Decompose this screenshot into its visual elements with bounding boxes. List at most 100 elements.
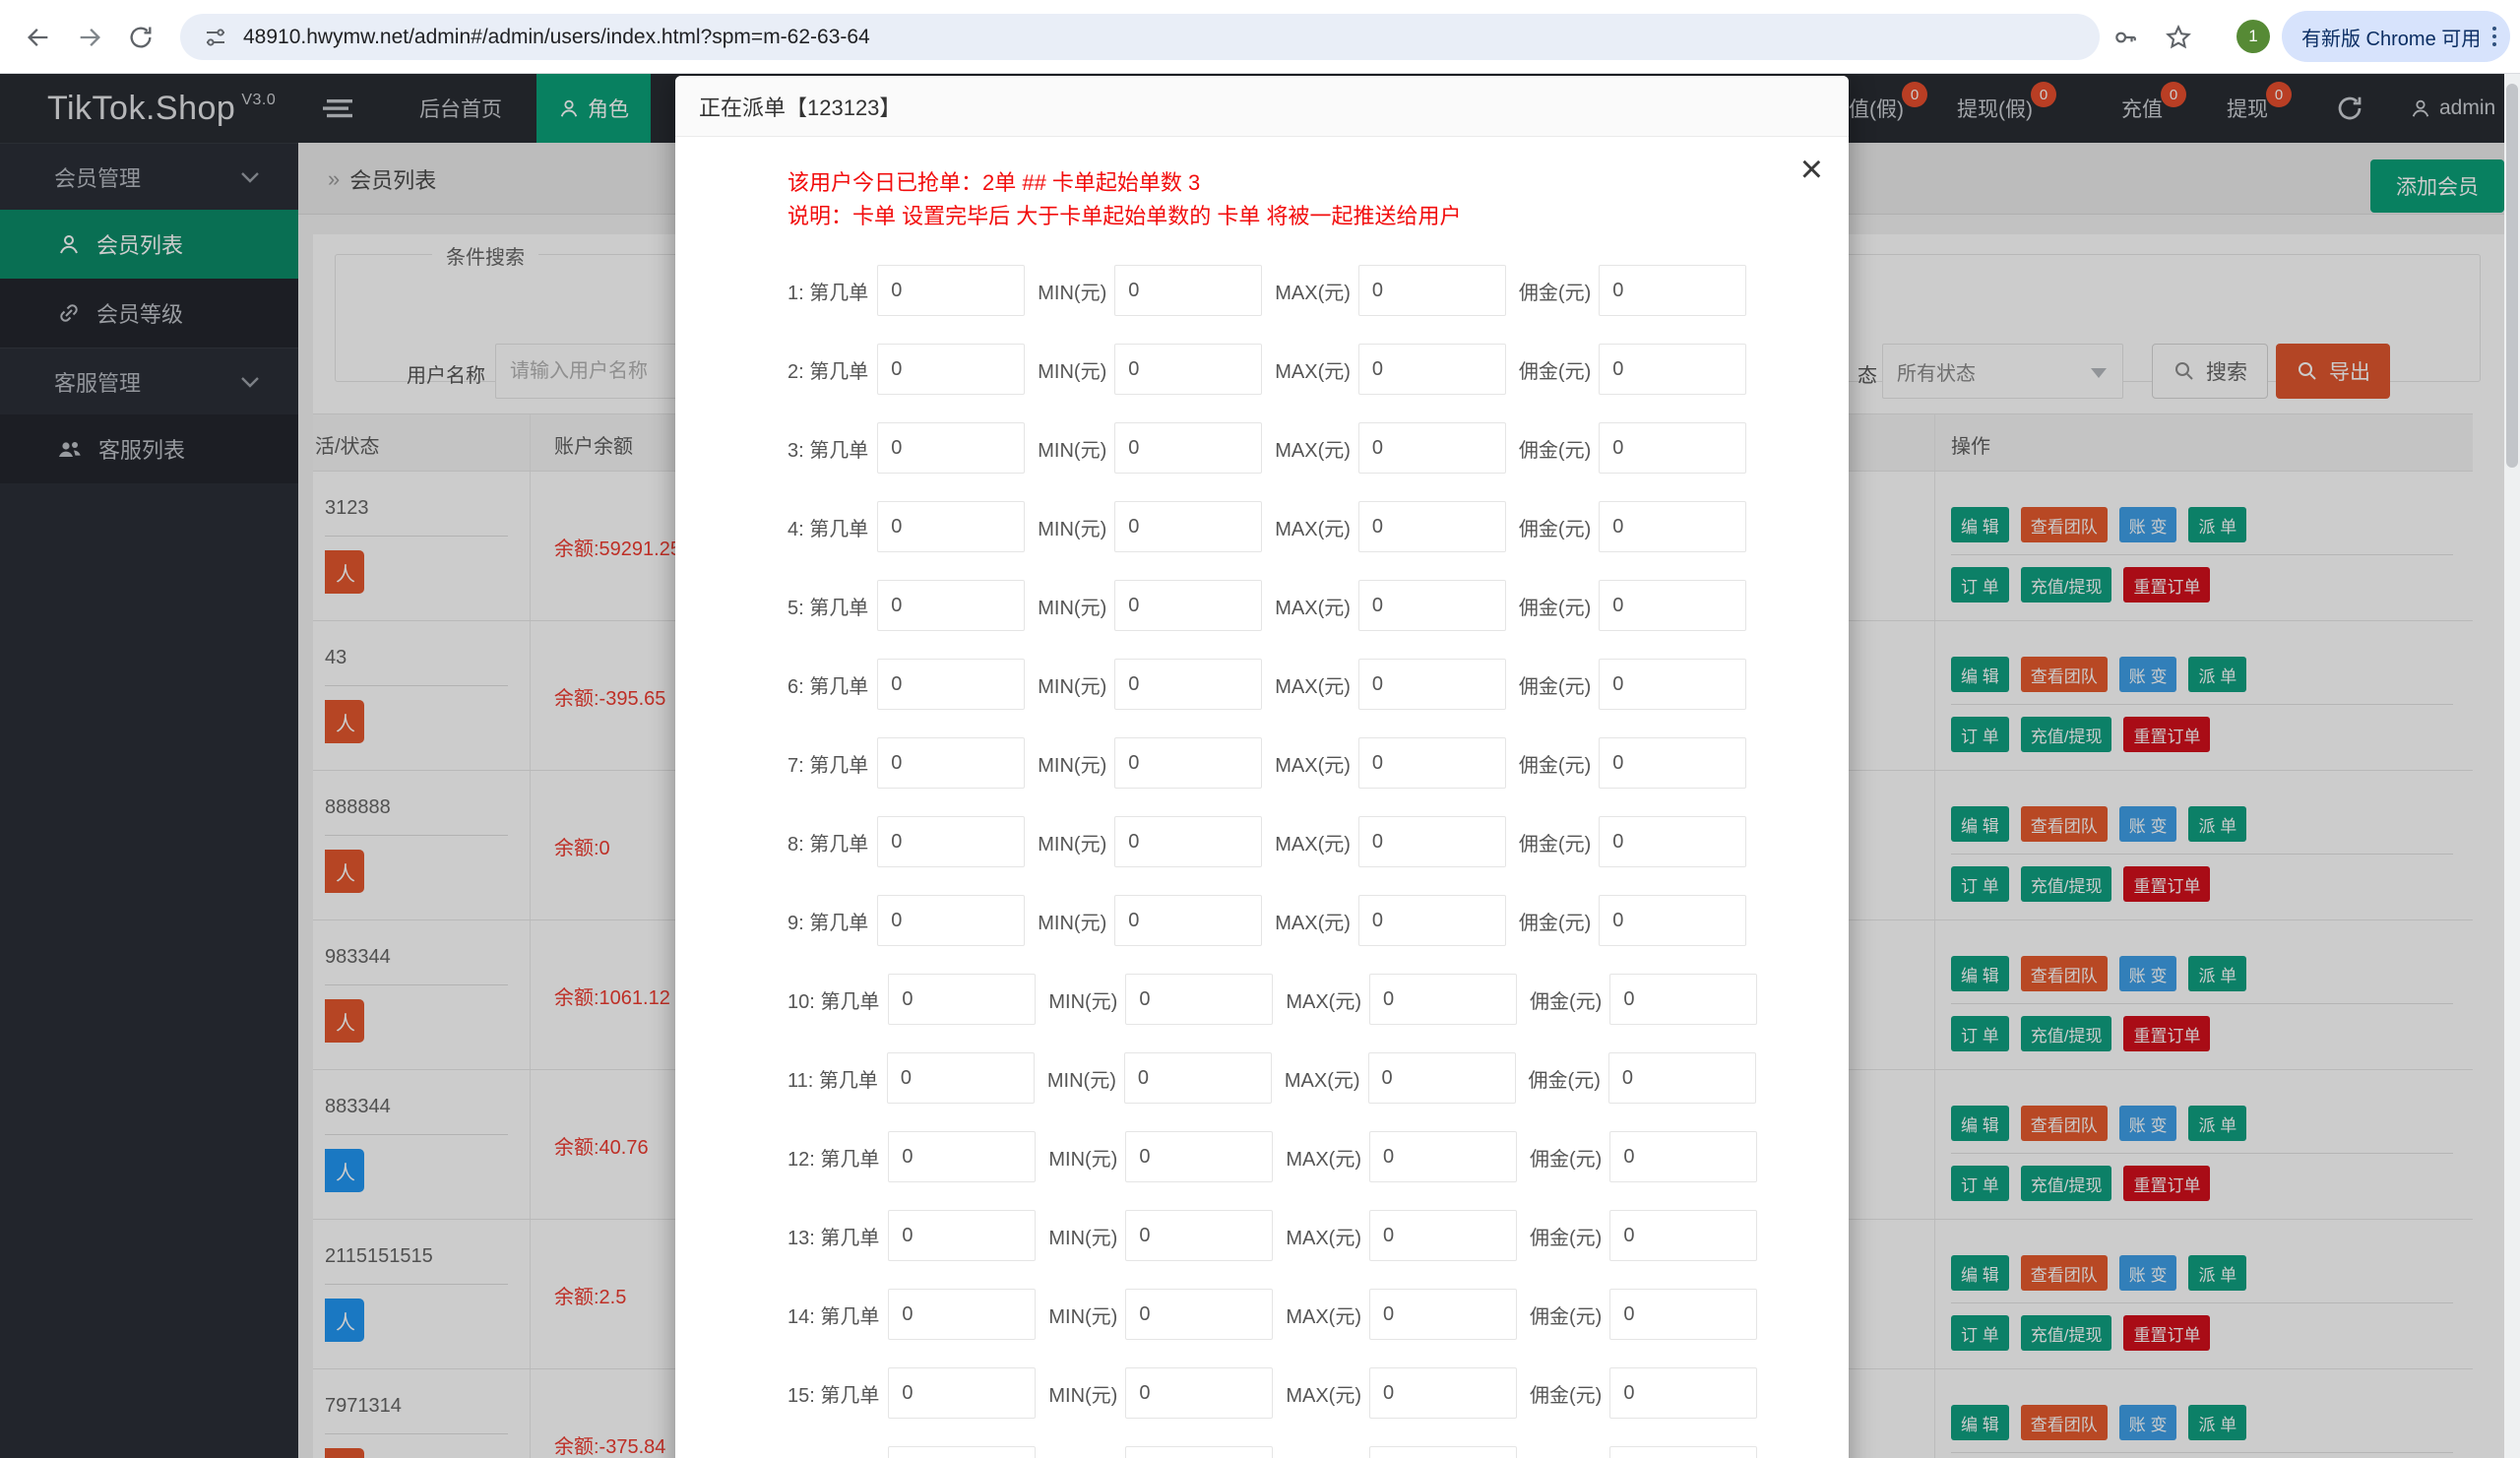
max-input[interactable]: [1358, 580, 1506, 631]
reload-icon[interactable]: [120, 17, 161, 58]
commission-input[interactable]: [1599, 580, 1746, 631]
max-input[interactable]: [1369, 974, 1517, 1025]
max-input[interactable]: [1358, 737, 1506, 789]
order-count-input[interactable]: [877, 344, 1025, 395]
order-index-label: 11: 第几单: [788, 1064, 878, 1093]
max-input[interactable]: [1358, 422, 1506, 474]
order-count-input[interactable]: [888, 1446, 1036, 1458]
modal-note-explain: 说明：卡单 设置完毕后 大于卡单起始单数的 卡单 将被一起推送给用户: [788, 200, 1849, 233]
order-count-input[interactable]: [888, 1210, 1036, 1261]
order-count-input[interactable]: [888, 1131, 1036, 1182]
min-label: MIN(元): [1047, 1064, 1116, 1093]
order-index-label: 7: 第几单: [788, 749, 868, 778]
bookmark-star-icon[interactable]: [2158, 17, 2199, 58]
max-input[interactable]: [1358, 265, 1506, 316]
min-input[interactable]: [1114, 737, 1262, 789]
site-settings-icon[interactable]: [204, 26, 227, 49]
max-label: MAX(元): [1286, 1222, 1361, 1250]
order-count-input[interactable]: [877, 501, 1025, 552]
commission-input[interactable]: [1599, 895, 1746, 946]
max-input[interactable]: [1368, 1052, 1516, 1104]
max-input[interactable]: [1358, 895, 1506, 946]
order-count-input[interactable]: [877, 422, 1025, 474]
min-input[interactable]: [1125, 1210, 1273, 1261]
commission-input[interactable]: [1599, 265, 1746, 316]
commission-input[interactable]: [1609, 974, 1757, 1025]
screen: 48910.hwymw.net/admin#/admin/users/index…: [0, 0, 2520, 1458]
commission-input[interactable]: [1609, 1131, 1757, 1182]
profile-avatar[interactable]: 1: [2236, 20, 2270, 53]
order-count-input[interactable]: [877, 816, 1025, 867]
dispatch-row: 6: 第几单 MIN(元) MAX(元) 佣金(元): [675, 645, 1849, 724]
max-input[interactable]: [1358, 501, 1506, 552]
min-input[interactable]: [1125, 1131, 1273, 1182]
commission-input[interactable]: [1599, 501, 1746, 552]
commission-label: 佣金(元): [1530, 1300, 1602, 1329]
order-count-input[interactable]: [877, 659, 1025, 710]
forward-icon[interactable]: [69, 17, 110, 58]
min-input[interactable]: [1114, 659, 1262, 710]
min-input[interactable]: [1125, 1446, 1273, 1458]
order-index-label: 4: 第几单: [788, 513, 868, 541]
max-label: MAX(元): [1275, 907, 1351, 935]
dispatch-row: 12: 第几单 MIN(元) MAX(元) 佣金(元): [675, 1117, 1849, 1196]
order-index-label: 6: 第几单: [788, 670, 868, 699]
min-input[interactable]: [1114, 816, 1262, 867]
back-icon[interactable]: [18, 17, 59, 58]
commission-input[interactable]: [1599, 659, 1746, 710]
chrome-update-pill[interactable]: 有新版 Chrome 可用: [2282, 11, 2510, 62]
close-icon[interactable]: ×: [1800, 153, 1823, 186]
order-count-input[interactable]: [888, 1289, 1036, 1340]
order-count-input[interactable]: [888, 974, 1036, 1025]
min-input[interactable]: [1114, 895, 1262, 946]
order-count-input[interactable]: [887, 1052, 1035, 1104]
max-input[interactable]: [1369, 1131, 1517, 1182]
commission-input[interactable]: [1599, 344, 1746, 395]
min-input[interactable]: [1114, 344, 1262, 395]
browser-menu-icon[interactable]: [2492, 27, 2496, 46]
commission-label: 佣金(元): [1519, 749, 1591, 778]
min-input[interactable]: [1125, 1289, 1273, 1340]
order-count-input[interactable]: [877, 737, 1025, 789]
dispatch-row: 11: 第几单 MIN(元) MAX(元) 佣金(元): [675, 1039, 1849, 1117]
min-input[interactable]: [1114, 265, 1262, 316]
order-count-input[interactable]: [877, 580, 1025, 631]
max-input[interactable]: [1369, 1367, 1517, 1419]
min-label: MIN(元): [1038, 277, 1106, 305]
max-input[interactable]: [1358, 816, 1506, 867]
order-count-input[interactable]: [877, 895, 1025, 946]
max-label: MAX(元): [1275, 434, 1351, 463]
max-input[interactable]: [1369, 1289, 1517, 1340]
min-input[interactable]: [1114, 580, 1262, 631]
commission-label: 佣金(元): [1519, 670, 1591, 699]
max-input[interactable]: [1369, 1446, 1517, 1458]
order-count-input[interactable]: [877, 265, 1025, 316]
max-input[interactable]: [1358, 659, 1506, 710]
commission-label: 佣金(元): [1530, 985, 1602, 1014]
address-bar[interactable]: 48910.hwymw.net/admin#/admin/users/index…: [180, 14, 2100, 60]
min-input[interactable]: [1124, 1052, 1272, 1104]
commission-input[interactable]: [1599, 422, 1746, 474]
password-key-icon[interactable]: [2105, 17, 2146, 58]
commission-input[interactable]: [1599, 737, 1746, 789]
max-input[interactable]: [1358, 344, 1506, 395]
min-input[interactable]: [1125, 974, 1273, 1025]
commission-input[interactable]: [1608, 1052, 1756, 1104]
order-count-input[interactable]: [888, 1367, 1036, 1419]
scrollbar-thumb[interactable]: [2506, 84, 2518, 468]
commission-input[interactable]: [1609, 1210, 1757, 1261]
min-label: MIN(元): [1048, 1379, 1117, 1408]
min-input[interactable]: [1114, 422, 1262, 474]
order-index-label: 2: 第几单: [788, 355, 868, 384]
min-label: MIN(元): [1038, 749, 1106, 778]
dispatch-row: 9: 第几单 MIN(元) MAX(元) 佣金(元): [675, 881, 1849, 960]
commission-input[interactable]: [1609, 1446, 1757, 1458]
min-label: MIN(元): [1038, 355, 1106, 384]
min-input[interactable]: [1114, 501, 1262, 552]
max-input[interactable]: [1369, 1210, 1517, 1261]
commission-input[interactable]: [1609, 1367, 1757, 1419]
min-input[interactable]: [1125, 1367, 1273, 1419]
commission-input[interactable]: [1609, 1289, 1757, 1340]
min-label: MIN(元): [1038, 513, 1106, 541]
commission-input[interactable]: [1599, 816, 1746, 867]
